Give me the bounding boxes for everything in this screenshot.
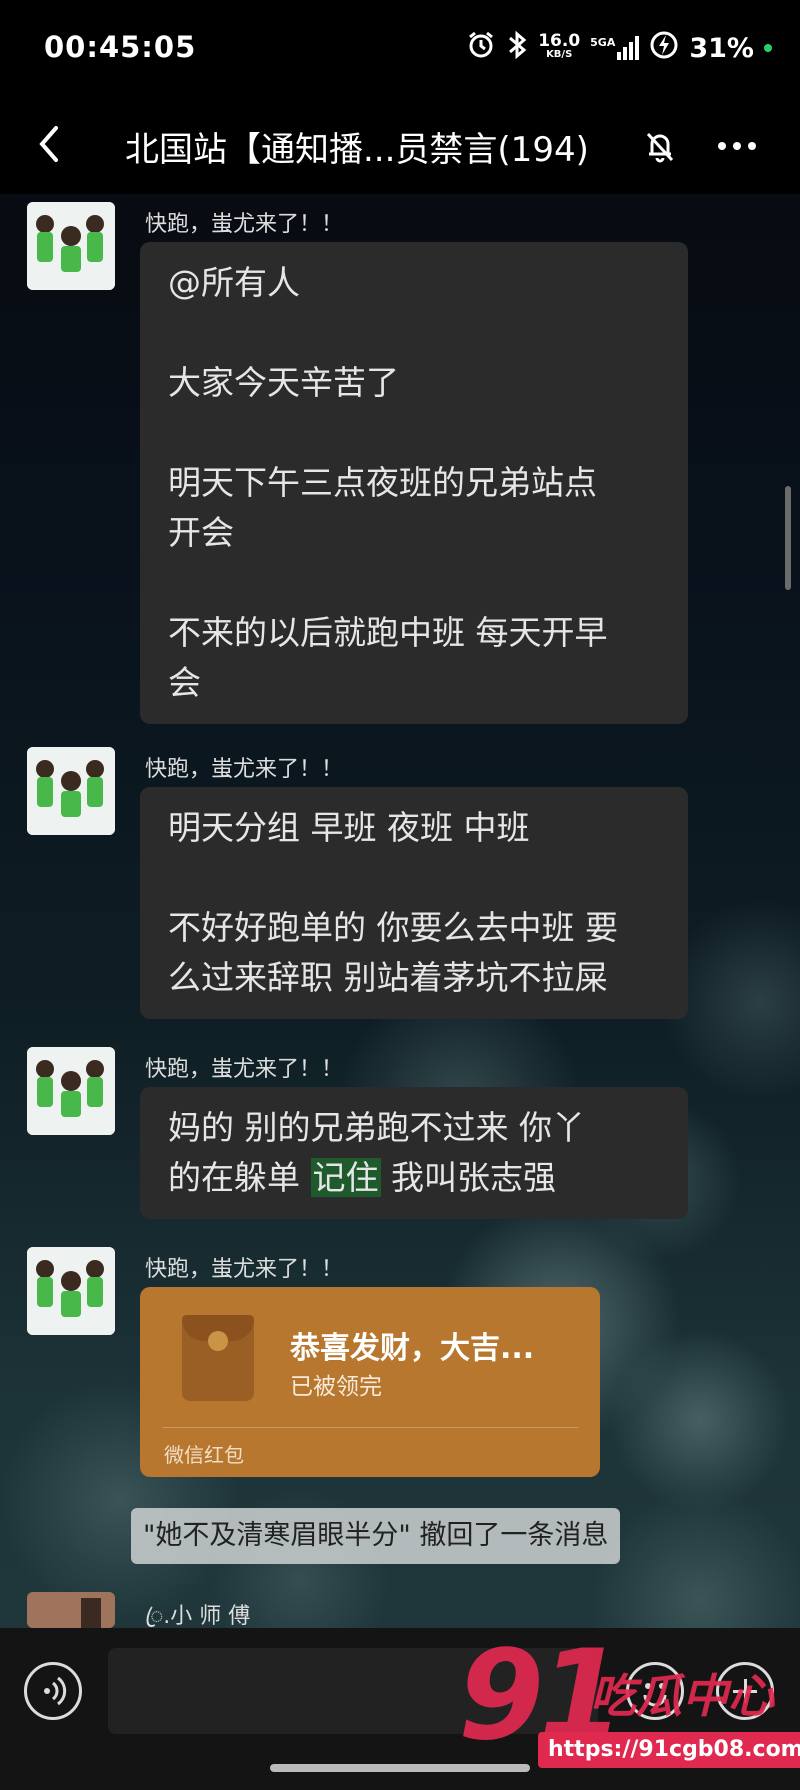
red-packet-status: 已被领完 <box>290 1374 382 1400</box>
message-bubble[interactable]: @所有人 大家今天辛苦了 明天下午三点夜班的兄弟站点 开会 不来的以后就跑中班 … <box>140 242 688 724</box>
message-line: 妈的 别的兄弟跑不过来 你丫 <box>168 1108 585 1147</box>
message-line: 明天分组 早班 夜班 中班 <box>168 808 530 847</box>
scrollbar[interactable] <box>785 486 791 590</box>
avatar[interactable] <box>27 1247 115 1335</box>
avatar[interactable] <box>27 202 115 290</box>
message-bubble[interactable]: 明天分组 早班 夜班 中班 不好好跑单的 你要么去中班 要 么过来辞职 别站着茅… <box>140 787 688 1019</box>
clock: 00:45:05 <box>44 30 197 64</box>
status-bar: 00:45:05 16.0 KB/S 5GA 31% <box>0 0 800 96</box>
message-line: 会 <box>168 663 201 702</box>
network-speed: 16.0 KB/S <box>538 31 581 62</box>
bluetooth-icon <box>506 30 528 66</box>
privacy-indicator <box>764 44 772 52</box>
message-line: 不好好跑单的 你要么去中班 要 <box>168 908 618 947</box>
battery-charging-icon <box>649 30 679 66</box>
message-text: 我叫张志强 <box>380 1158 556 1197</box>
sender-name: 快跑，蚩尤来了！！ <box>145 757 344 782</box>
red-packet-card[interactable]: 恭喜发财，大吉... 已被领完 微信红包 <box>140 1287 600 1477</box>
sender-name: 快跑，蚩尤来了！！ <box>145 1257 344 1282</box>
chat-header: 北国站【通知播...员禁言(194) <box>0 96 800 194</box>
chevron-left-icon <box>39 126 58 162</box>
divider <box>162 1427 578 1428</box>
battery-level: 31% <box>689 32 754 64</box>
signal-icon: 5GA <box>590 36 640 60</box>
message-line: @所有人 <box>168 263 300 302</box>
recall-notice: "她不及清寒眉眼半分" 撤回了一条消息 <box>131 1508 621 1564</box>
message-line: 不来的以后就跑中班 每天开早 <box>168 613 608 652</box>
watermark-text: 吃瓜中心 <box>590 1669 774 1723</box>
highlighted-keyword[interactable]: 记住 <box>310 1158 381 1197</box>
message-text: 的在躲单 <box>168 1158 311 1197</box>
avatar[interactable] <box>27 1047 115 1135</box>
red-packet-label: 微信红包 <box>164 1443 244 1467</box>
avatar[interactable] <box>27 747 115 835</box>
watermark-url: https://91cgb08.com <box>538 1732 800 1768</box>
chat-title[interactable]: 北国站【通知播...员禁言(194) <box>125 122 589 171</box>
voice-input-button[interactable] <box>24 1662 82 1720</box>
red-packet-icon <box>182 1315 254 1401</box>
message-line: 的在躲单 记住 我叫张志强 <box>168 1153 660 1203</box>
system-icons: 16.0 KB/S 5GA 31% <box>466 30 772 66</box>
message-line: 开会 <box>168 513 234 552</box>
alarm-icon <box>466 30 496 66</box>
more-icon <box>718 142 756 150</box>
back-button[interactable] <box>30 122 70 166</box>
sender-name: 快跑，蚩尤来了！！ <box>145 212 344 237</box>
more-options-button[interactable] <box>712 126 762 166</box>
message-line: 明天下午三点夜班的兄弟站点 <box>168 463 597 502</box>
mute-icon <box>640 126 680 166</box>
signal-label: 5GA <box>590 36 616 49</box>
sender-name: 快跑，蚩尤来了！！ <box>145 1057 344 1082</box>
red-packet-title: 恭喜发财，大吉... <box>290 1331 535 1366</box>
message-bubble[interactable]: 妈的 别的兄弟跑不过来 你丫 的在躲单 记住 我叫张志强 <box>140 1087 688 1219</box>
network-speed-value: 16.0 <box>538 31 581 51</box>
avatar[interactable] <box>27 1592 115 1628</box>
message-line: 大家今天辛苦了 <box>168 363 399 402</box>
voice-icon <box>44 1676 67 1706</box>
message-line: 么过来辞职 别站着茅坑不拉屎 <box>168 958 608 997</box>
